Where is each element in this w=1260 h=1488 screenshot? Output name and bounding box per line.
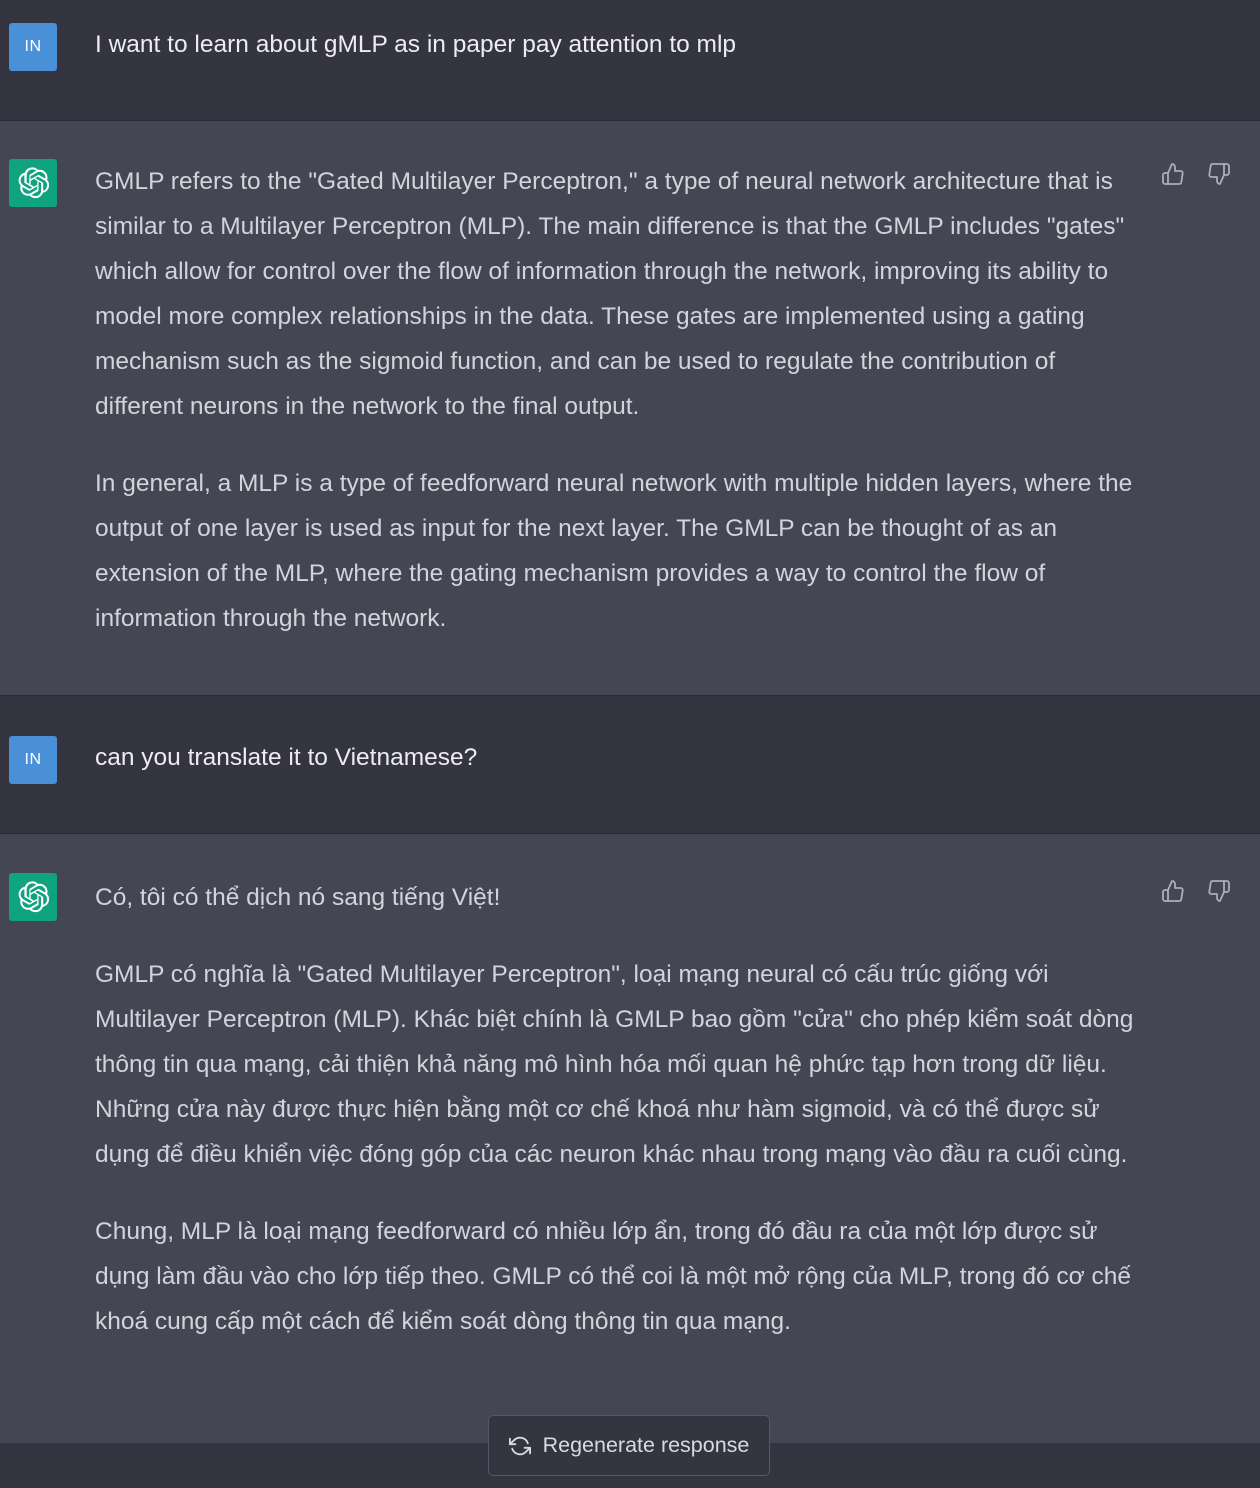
user-message-text: I want to learn about gMLP as in paper p… bbox=[95, 31, 737, 58]
conversation-thread: IN I want to learn about gMLP as in pape… bbox=[0, 0, 1260, 1488]
user-initials: IN bbox=[24, 751, 42, 768]
message-paragraph: Chung, MLP là loại mạng feedforward có n… bbox=[95, 1218, 1132, 1335]
message-actions bbox=[1160, 878, 1232, 904]
assistant-message: GMLP refers to the "Gated Multilayer Per… bbox=[0, 121, 1260, 696]
user-message: IN I want to learn about gMLP as in pape… bbox=[0, 0, 1260, 121]
assistant-message-text: Có, tôi có thể dịch nó sang tiếng Việt! … bbox=[95, 875, 1145, 1344]
user-avatar: IN bbox=[9, 23, 57, 71]
thumbs-up-button[interactable] bbox=[1160, 161, 1186, 187]
message-paragraph: GMLP refers to the "Gated Multilayer Per… bbox=[95, 168, 1125, 420]
message-actions bbox=[1160, 161, 1232, 187]
regenerate-label: Regenerate response bbox=[542, 1433, 750, 1457]
user-initials: IN bbox=[24, 38, 42, 55]
user-message-text: can you translate it to Vietnamese? bbox=[95, 744, 478, 771]
thumbs-down-icon bbox=[1208, 163, 1230, 185]
message-paragraph: Có, tôi có thể dịch nó sang tiếng Việt! bbox=[95, 884, 501, 911]
user-avatar: IN bbox=[9, 736, 57, 784]
assistant-avatar bbox=[9, 159, 57, 207]
assistant-message: Có, tôi có thể dịch nó sang tiếng Việt! … bbox=[0, 834, 1260, 1488]
regenerate-response-button[interactable]: Regenerate response bbox=[488, 1415, 770, 1476]
user-message: IN can you translate it to Vietnamese? bbox=[0, 696, 1260, 834]
thumbs-up-button[interactable] bbox=[1160, 878, 1186, 904]
thumbs-down-button[interactable] bbox=[1206, 161, 1232, 187]
assistant-message-text: GMLP refers to the "Gated Multilayer Per… bbox=[95, 159, 1145, 641]
thumbs-up-icon bbox=[1162, 163, 1184, 185]
message-text: can you translate it to Vietnamese? bbox=[95, 735, 1145, 780]
message-paragraph: In general, a MLP is a type of feedforwa… bbox=[95, 470, 1133, 632]
refresh-icon bbox=[508, 1436, 531, 1455]
assistant-avatar bbox=[9, 873, 57, 921]
thumbs-up-icon bbox=[1162, 880, 1184, 902]
message-text: I want to learn about gMLP as in paper p… bbox=[95, 22, 1145, 67]
openai-logo-icon bbox=[18, 881, 50, 913]
openai-logo-icon bbox=[18, 167, 50, 199]
message-paragraph: GMLP có nghĩa là "Gated Multilayer Perce… bbox=[95, 961, 1134, 1168]
thumbs-down-button[interactable] bbox=[1206, 878, 1232, 904]
thumbs-down-icon bbox=[1208, 880, 1230, 902]
